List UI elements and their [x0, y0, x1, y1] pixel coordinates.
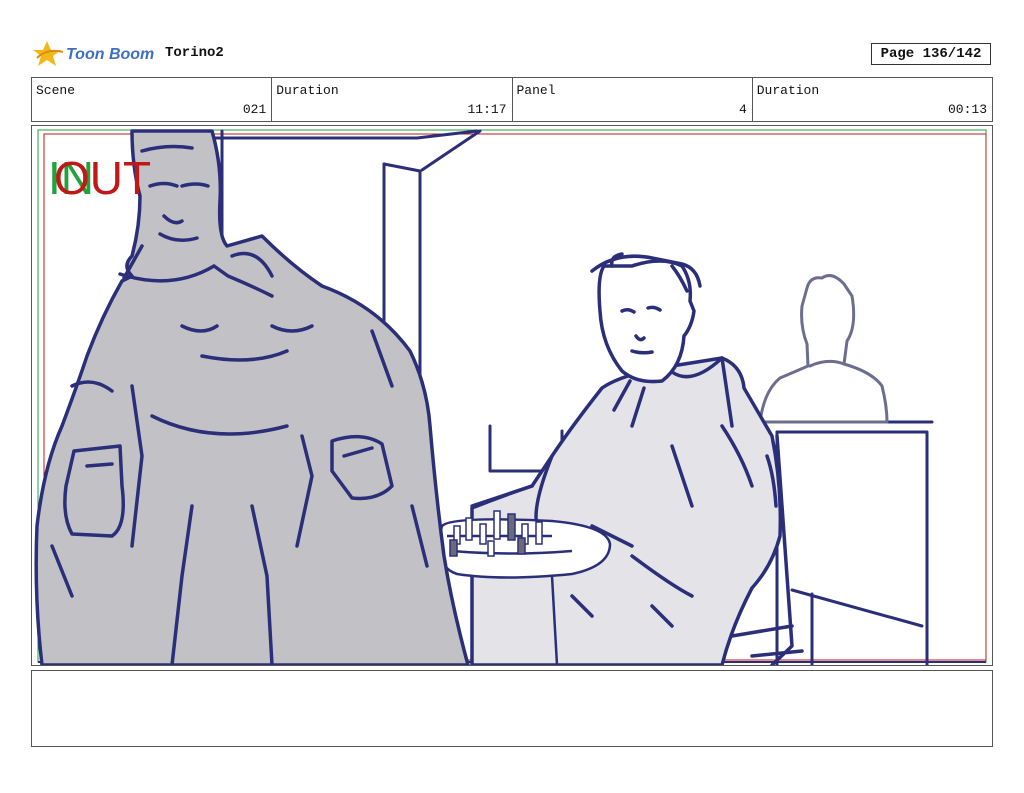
logo-text: Toon Boom — [66, 46, 154, 63]
scene-value: 021 — [242, 102, 267, 117]
scene-info-row: Scene 021 Duration 11:17 Panel 4 Duratio… — [31, 77, 993, 122]
panel-cell: Panel 4 — [513, 78, 753, 121]
storyboard-panel: IN OUT — [31, 125, 993, 666]
page-counter: Page 136/142 — [871, 43, 991, 65]
scene-duration-cell: Duration 11:17 — [272, 78, 513, 121]
hooded-figure — [34, 129, 470, 665]
panel-value: 4 — [738, 102, 747, 117]
scene-duration-label: Duration — [276, 83, 339, 98]
panel-duration-value: 00:13 — [947, 102, 987, 117]
out-marker: OUT — [54, 152, 151, 204]
scene-duration-value: 11:17 — [467, 102, 507, 117]
project-name: Torino2 — [165, 45, 224, 61]
panel-duration-label: Duration — [756, 83, 820, 98]
logo-burst-icon — [33, 41, 64, 66]
panel-sketch: IN OUT — [34, 129, 987, 665]
panel-label: Panel — [516, 83, 556, 98]
background-man-figure — [758, 274, 889, 424]
scene-cell: Scene 021 — [32, 78, 273, 121]
seated-man-figure — [470, 252, 804, 665]
toon-boom-logo: Toon Boom — [33, 41, 154, 66]
panel-duration-cell: Duration 00:13 — [753, 78, 992, 121]
panel-notes-box — [31, 670, 993, 747]
scene-label: Scene — [36, 83, 76, 98]
